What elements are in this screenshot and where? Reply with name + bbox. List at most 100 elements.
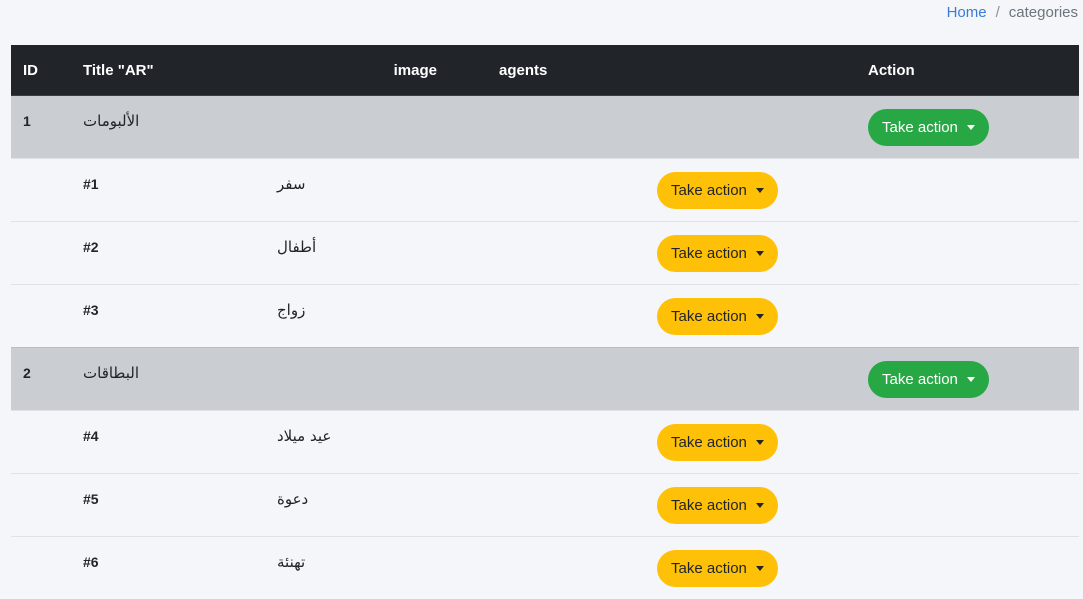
- take-action-label: Take action: [671, 434, 747, 451]
- category-id-cell: 2: [11, 348, 83, 411]
- category-row: 2 البطاقات Take action: [11, 348, 1079, 411]
- subcategory-blank-cell: [868, 285, 1079, 348]
- subcategory-num: #6: [83, 554, 99, 570]
- caret-down-icon: [756, 440, 764, 445]
- category-title-cell: البطاقات: [83, 348, 271, 411]
- category-agents-cell: [437, 96, 868, 159]
- subcategory-empty-cell: [11, 222, 83, 285]
- header-id: ID: [11, 45, 83, 96]
- category-title: الألبومات: [83, 112, 139, 130]
- subcategory-num: #3: [83, 302, 99, 318]
- subcategory-take-action-button[interactable]: Take action: [657, 172, 778, 209]
- subcategory-name: تهنئة: [277, 553, 305, 571]
- subcategory-name-cell: تهنئة: [271, 537, 437, 599]
- header-action: Action: [868, 45, 1079, 96]
- subcategory-name-cell: دعوة: [271, 474, 437, 537]
- category-title-cell: الألبومات: [83, 96, 271, 159]
- subcategory-num-cell: #1: [83, 159, 271, 222]
- category-image-cell: [271, 96, 437, 159]
- breadcrumb-separator: /: [987, 4, 1009, 21]
- subcategory-num-cell: #4: [83, 411, 271, 474]
- table-header: ID Title "AR" image agents Action: [11, 45, 1079, 96]
- subcategory-take-action-button[interactable]: Take action: [657, 487, 778, 524]
- subcategory-take-action-button[interactable]: Take action: [657, 424, 778, 461]
- header-image: image: [271, 45, 437, 96]
- categories-table: ID Title "AR" image agents Action 1 الأل…: [11, 45, 1079, 599]
- subcategory-empty-cell: [11, 474, 83, 537]
- subcategory-action-cell: Take action: [437, 285, 868, 348]
- caret-down-icon: [756, 503, 764, 508]
- subcategory-row: #5 دعوة Take action: [11, 474, 1079, 537]
- subcategory-empty-cell: [11, 537, 83, 599]
- subcategory-num: #2: [83, 239, 99, 255]
- take-action-label: Take action: [671, 560, 747, 577]
- subcategory-take-action-button[interactable]: Take action: [657, 298, 778, 335]
- category-id-cell: 1: [11, 96, 83, 159]
- take-action-label: Take action: [671, 245, 747, 262]
- subcategory-action-cell: Take action: [437, 474, 868, 537]
- subcategory-row: #3 زواج Take action: [11, 285, 1079, 348]
- subcategory-take-action-button[interactable]: Take action: [657, 235, 778, 272]
- subcategory-num-cell: #5: [83, 474, 271, 537]
- header-title: Title "AR": [83, 45, 271, 96]
- subcategory-name-cell: زواج: [271, 285, 437, 348]
- take-action-label: Take action: [671, 182, 747, 199]
- take-action-label: Take action: [882, 119, 958, 136]
- subcategory-name: عيد ميلاد: [277, 427, 331, 445]
- subcategory-action-cell: Take action: [437, 537, 868, 599]
- header-row: ID Title "AR" image agents Action: [11, 45, 1079, 96]
- subcategory-num: #4: [83, 428, 99, 444]
- caret-down-icon: [756, 188, 764, 193]
- subcategory-blank-cell: [868, 222, 1079, 285]
- header-agents: agents: [437, 45, 868, 96]
- category-title: البطاقات: [83, 364, 139, 382]
- category-id: 2: [23, 365, 31, 381]
- breadcrumb-home-link[interactable]: Home: [947, 4, 987, 21]
- take-action-label: Take action: [671, 308, 747, 325]
- categories-table-container: ID Title "AR" image agents Action 1 الأل…: [11, 45, 1079, 599]
- caret-down-icon: [967, 377, 975, 382]
- subcategory-num: #1: [83, 176, 99, 192]
- subcategory-name-cell: أطفال: [271, 222, 437, 285]
- subcategory-take-action-button[interactable]: Take action: [657, 550, 778, 587]
- table-body: 1 الألبومات Take action #1 سفر Take acti…: [11, 96, 1079, 599]
- category-action-cell: Take action: [868, 348, 1079, 411]
- subcategory-blank-cell: [868, 537, 1079, 599]
- category-row: 1 الألبومات Take action: [11, 96, 1079, 159]
- subcategory-num: #5: [83, 491, 99, 507]
- subcategory-name: سفر: [277, 175, 305, 193]
- subcategory-row: #4 عيد ميلاد Take action: [11, 411, 1079, 474]
- subcategory-name-cell: سفر: [271, 159, 437, 222]
- breadcrumb-current: categories: [1009, 4, 1078, 21]
- take-action-label: Take action: [882, 371, 958, 388]
- subcategory-row: #2 أطفال Take action: [11, 222, 1079, 285]
- subcategory-empty-cell: [11, 411, 83, 474]
- subcategory-name: دعوة: [277, 490, 308, 508]
- breadcrumb: Home / categories: [947, 0, 1078, 24]
- category-action-cell: Take action: [868, 96, 1079, 159]
- caret-down-icon: [967, 125, 975, 130]
- subcategory-name: أطفال: [277, 238, 316, 256]
- subcategory-empty-cell: [11, 285, 83, 348]
- take-action-label: Take action: [671, 497, 747, 514]
- caret-down-icon: [756, 251, 764, 256]
- subcategory-num-cell: #3: [83, 285, 271, 348]
- category-id: 1: [23, 113, 31, 129]
- subcategory-action-cell: Take action: [437, 159, 868, 222]
- subcategory-action-cell: Take action: [437, 222, 868, 285]
- category-image-cell: [271, 348, 437, 411]
- subcategory-action-cell: Take action: [437, 411, 868, 474]
- caret-down-icon: [756, 566, 764, 571]
- category-take-action-button[interactable]: Take action: [868, 109, 989, 146]
- subcategory-name-cell: عيد ميلاد: [271, 411, 437, 474]
- category-agents-cell: [437, 348, 868, 411]
- category-take-action-button[interactable]: Take action: [868, 361, 989, 398]
- subcategory-empty-cell: [11, 159, 83, 222]
- subcategory-row: #1 سفر Take action: [11, 159, 1079, 222]
- subcategory-num-cell: #6: [83, 537, 271, 599]
- subcategory-name: زواج: [277, 301, 305, 319]
- subcategory-blank-cell: [868, 159, 1079, 222]
- subcategory-row: #6 تهنئة Take action: [11, 537, 1079, 599]
- caret-down-icon: [756, 314, 764, 319]
- subcategory-blank-cell: [868, 474, 1079, 537]
